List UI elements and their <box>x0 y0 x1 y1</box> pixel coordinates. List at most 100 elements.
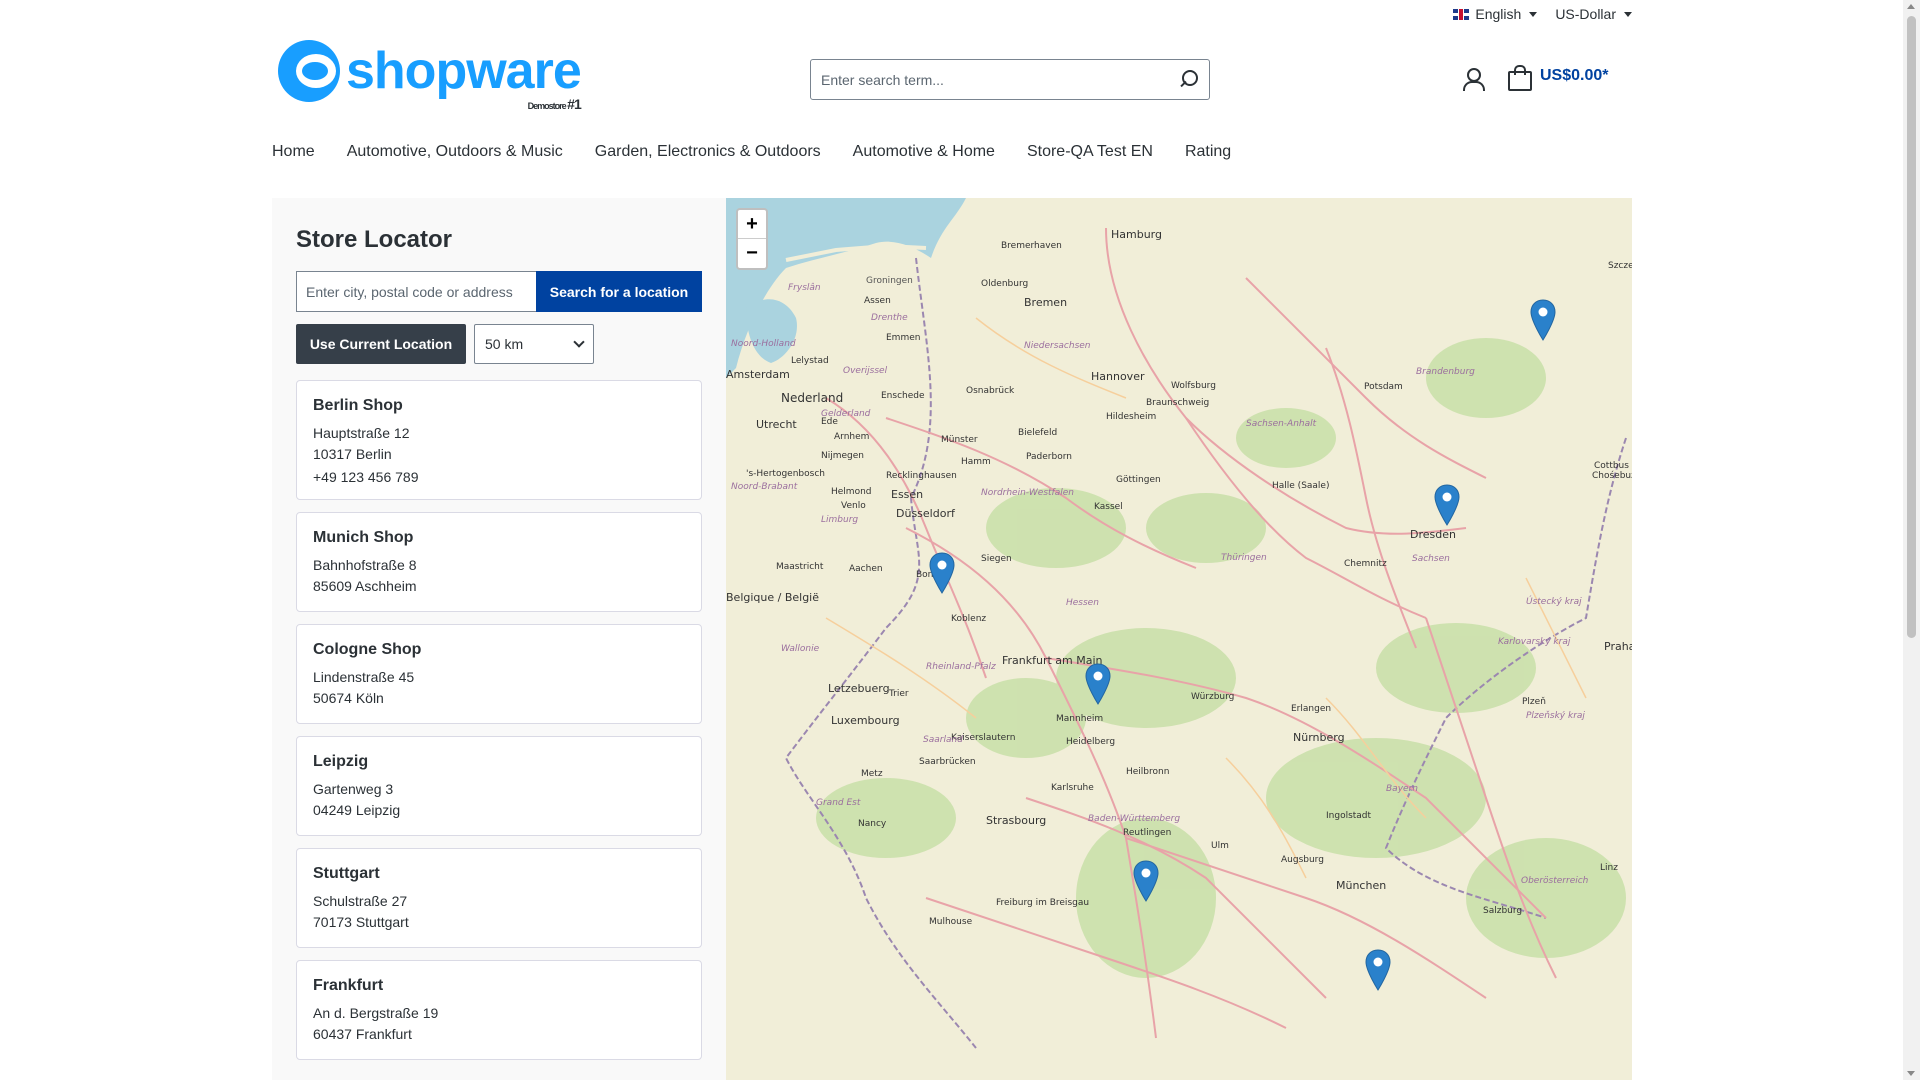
store-phone: +49 123 456 789 <box>313 469 419 485</box>
map-label: Helmond <box>831 487 872 497</box>
map-label: Letzebuerg <box>828 682 890 695</box>
shopware-logo-mark <box>278 40 340 102</box>
logo-sub: Demostore <box>527 101 567 111</box>
map-label: Karlovarský kraj <box>1498 637 1571 647</box>
scroll-down-arrow-icon[interactable] <box>1907 1071 1915 1076</box>
language-dropdown[interactable]: English <box>1453 6 1538 22</box>
map-label: Metz <box>861 769 883 779</box>
store-card[interactable]: Frankfurt An d. Bergstraße 19 60437 Fran… <box>296 960 702 1060</box>
map-label: Trier <box>888 689 909 699</box>
search-icon[interactable] <box>1177 69 1199 91</box>
nav-item-store-qa-test[interactable]: Store-QA Test EN <box>1027 143 1153 161</box>
chevron-down-icon <box>573 336 585 348</box>
map-marker-icon[interactable] <box>1434 484 1460 526</box>
currency-label: US-Dollar <box>1555 6 1616 22</box>
map-label: Noord-Holland <box>731 339 796 349</box>
map-label: München <box>1336 879 1386 892</box>
nav-item-automotive-outdoors-music[interactable]: Automotive, Outdoors & Music <box>347 143 563 161</box>
zoom-out-button[interactable]: − <box>738 239 766 268</box>
store-card[interactable]: Leipzig Gartenweg 3 04249 Leipzig <box>296 736 702 836</box>
map-label: Dresden <box>1410 528 1456 541</box>
map-label: Chośebuz <box>1592 470 1632 481</box>
map-label: Brandenburg <box>1416 367 1475 377</box>
map-label: Wallonie <box>781 644 820 654</box>
map-label: Oberösterreich <box>1521 876 1589 886</box>
store-map[interactable]: Hamburg Bremerhaven Groningen Oldenburg Brem… <box>726 198 1632 1080</box>
nav-item-home[interactable]: Home <box>272 143 315 161</box>
store-city: 85609 Aschheim <box>313 578 417 594</box>
forest-areas <box>816 338 1626 978</box>
map-label: Baden-Württemberg <box>1088 814 1180 824</box>
nav-item-garden-electronics-outdoors[interactable]: Garden, Electronics & Outdoors <box>595 143 821 161</box>
scroll-up-arrow-icon[interactable] <box>1907 4 1915 9</box>
map-label: Amsterdam <box>726 368 790 381</box>
search-input[interactable] <box>821 71 1177 88</box>
map-label: Düsseldorf <box>896 507 956 520</box>
store-street: Lindenstraße 45 <box>313 669 415 685</box>
map-marker-icon[interactable] <box>1530 299 1556 341</box>
ijsselmeer <box>746 299 797 363</box>
map-label: Plzeňský kraj <box>1526 711 1585 721</box>
map-label: Nijmegen <box>821 451 864 461</box>
map-label: Göttingen <box>1116 475 1161 485</box>
map-label: Overijssel <box>843 366 888 376</box>
map-canvas[interactable]: Hamburg Bremerhaven Groningen Oldenburg Brem… <box>726 198 1632 1080</box>
store-card[interactable]: Munich Shop Bahnhofstraße 8 85609 Aschhe… <box>296 512 702 612</box>
page-scrollbar[interactable] <box>1903 0 1920 1080</box>
map-label: Bayern <box>1386 784 1418 794</box>
zoom-in-button[interactable]: + <box>738 210 766 239</box>
map-label: Siegen <box>981 554 1012 564</box>
map-label: Hamm <box>961 457 991 467</box>
store-card[interactable]: Berlin Shop Hauptstraße 12 10317 Berlin … <box>296 380 702 500</box>
map-label: Rheinland-Pfalz <box>926 662 996 672</box>
nav-item-automotive-home[interactable]: Automotive & Home <box>853 143 995 161</box>
currency-dropdown[interactable]: US-Dollar <box>1555 6 1632 22</box>
cart-button[interactable]: US$0.00* <box>1506 64 1609 91</box>
map-label: Würzburg <box>1191 692 1234 702</box>
location-input[interactable] <box>296 271 536 312</box>
map-label: Halle (Saale) <box>1272 481 1330 491</box>
map-label: Maastricht <box>776 562 824 572</box>
map-label: Recklinghausen <box>886 471 957 481</box>
shopware-logo[interactable]: shopware Demostore #1 <box>278 40 582 111</box>
store-city: 10317 Berlin <box>313 446 392 462</box>
map-label: Linz <box>1600 863 1618 873</box>
nav-item-rating[interactable]: Rating <box>1185 143 1231 161</box>
map-label: Heidelberg <box>1066 737 1115 747</box>
store-card[interactable]: Cologne Shop Lindenstraße 45 50674 Köln <box>296 624 702 724</box>
map-label: Groningen <box>866 276 913 286</box>
map-label: Augsburg <box>1281 855 1324 865</box>
store-city: 60437 Frankfurt <box>313 1026 412 1042</box>
map-labels: Hamburg Bremerhaven Groningen Oldenburg Brem… <box>726 228 1632 927</box>
map-label: Noord-Brabant <box>731 482 798 492</box>
map-label: Mannheim <box>1056 714 1103 724</box>
radius-value: 50 km <box>485 336 524 352</box>
map-label: Arnhem <box>834 432 869 442</box>
map-label: Frankfurt am Main <box>1002 654 1103 667</box>
map-marker-icon[interactable] <box>1365 949 1391 991</box>
map-label: Mulhouse <box>929 917 973 927</box>
map-label: Bielefeld <box>1018 428 1057 438</box>
map-label: Chemnitz <box>1344 559 1387 569</box>
map-label: Salzburg <box>1483 906 1522 916</box>
logo-text: shopware <box>346 42 582 100</box>
radius-select[interactable]: 50 km <box>474 324 594 364</box>
search-location-button[interactable]: Search for a location <box>536 271 702 312</box>
use-current-location-button[interactable]: Use Current Location <box>296 324 466 364</box>
map-label: Hildesheim <box>1106 412 1156 422</box>
map-label: Ingolstadt <box>1326 811 1372 821</box>
map-label: Fryslân <box>788 283 821 293</box>
map-label: Enschede <box>881 391 925 401</box>
store-name: Frankfurt <box>313 977 384 994</box>
scrollbar-thumb[interactable] <box>1907 16 1916 638</box>
map-label: Ede <box>821 417 838 427</box>
cart-total: US$0.00* <box>1540 67 1609 84</box>
account-icon[interactable] <box>1460 66 1485 91</box>
map-label: Erlangen <box>1291 704 1331 714</box>
map-label: Saarland <box>923 735 963 745</box>
map-label: Oldenburg <box>981 279 1028 289</box>
store-card[interactable]: Stuttgart Schulstraße 27 70173 Stuttgart <box>296 848 702 948</box>
map-label: Hamburg <box>1111 228 1162 241</box>
map-label: Kassel <box>1094 502 1123 512</box>
zoom-control: + − <box>736 208 768 270</box>
